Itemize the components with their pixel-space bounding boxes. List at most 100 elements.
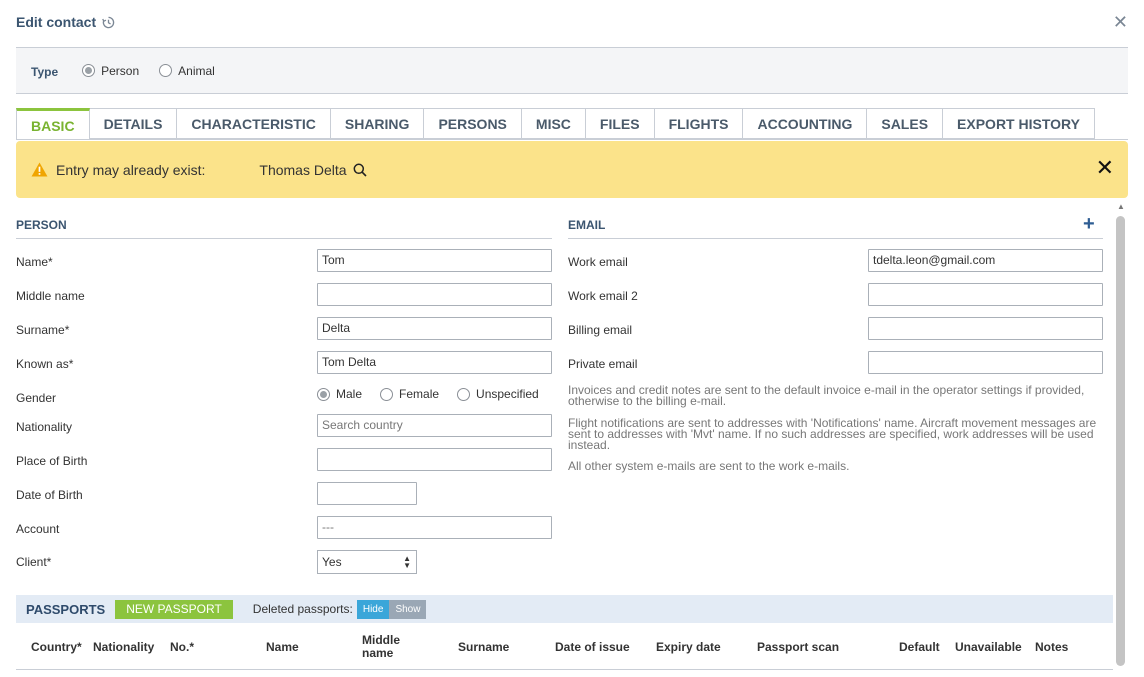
deleted-passports-label: Deleted passports:	[252, 602, 353, 616]
tab-details[interactable]: DETAILS	[89, 108, 178, 139]
radio-male[interactable]	[317, 387, 330, 401]
col-name[interactable]: Name	[266, 641, 299, 654]
gender-radio-group: Male Female Unspecified	[317, 387, 553, 401]
surname-label: Surname*	[16, 323, 70, 337]
alert-match-link[interactable]: Thomas Delta	[259, 162, 367, 178]
history-icon[interactable]	[102, 16, 115, 29]
type-animal-label: Animal	[178, 63, 215, 78]
email-section-title: EMAIL	[568, 218, 1103, 239]
col-country[interactable]: Country*	[31, 641, 82, 654]
col-date-of-issue[interactable]: Date of issue	[555, 641, 630, 654]
dialog-header: Edit contact ✕	[16, 0, 1128, 48]
dialog-title: Edit contact	[16, 14, 115, 30]
passports-title: PASSPORTS	[26, 601, 106, 617]
account-label: Account	[16, 522, 60, 536]
col-number[interactable]: No.*	[170, 641, 194, 654]
client-select[interactable]: Yes ▲ ▼	[317, 550, 417, 574]
content-scrollbar[interactable]: ▲	[1116, 202, 1126, 672]
col-default[interactable]: Default	[899, 641, 940, 654]
gender-male-option[interactable]: Male	[317, 387, 362, 401]
tab-export-history[interactable]: EXPORT HISTORY	[943, 108, 1095, 139]
known-as-input[interactable]: Tom Delta	[317, 351, 552, 374]
middle-name-input[interactable]	[317, 283, 552, 306]
alert-message: Entry may already exist:	[56, 161, 206, 178]
name-input[interactable]: Tom	[317, 249, 552, 272]
col-middle-name[interactable]: Middle name	[362, 634, 412, 660]
col-surname[interactable]: Surname	[458, 641, 509, 654]
gender-unspecified-option[interactable]: Unspecified	[457, 387, 539, 401]
client-select-value: Yes	[322, 555, 342, 569]
email-note-invoices: Invoices and credit notes are sent to th…	[568, 383, 1085, 408]
scroll-up-icon[interactable]: ▲	[1117, 202, 1125, 211]
work-email-label: Work email	[568, 255, 628, 269]
date-of-birth-label: Date of Birth	[16, 488, 83, 502]
gender-male-label: Male	[336, 387, 363, 401]
passports-table-header: Country* Nationality No.* Name Middle na…	[16, 628, 1113, 670]
nationality-search-input[interactable]: Search country	[317, 414, 552, 437]
date-of-birth-input[interactable]	[317, 482, 417, 505]
col-passport-scan[interactable]: Passport scan	[757, 641, 839, 654]
email-note-system: All other system e-mails are sent to the…	[568, 459, 850, 473]
radio-person[interactable]	[82, 64, 96, 77]
tab-characteristic[interactable]: CHARACTERISTIC	[177, 108, 331, 139]
account-input[interactable]: ---	[317, 516, 552, 539]
billing-email-input[interactable]	[868, 317, 1103, 340]
type-person-option[interactable]: Person	[82, 64, 139, 78]
col-expiry-date[interactable]: Expiry date	[656, 641, 721, 654]
col-notes[interactable]: Notes	[1035, 641, 1068, 654]
select-arrows-icon: ▲ ▼	[403, 554, 411, 570]
work-email-2-label: Work email 2	[568, 289, 638, 303]
work-email-input[interactable]: tdelta.leon@gmail.com	[868, 249, 1103, 272]
gender-female-label: Female	[399, 387, 440, 401]
private-email-label: Private email	[568, 357, 638, 371]
private-email-input[interactable]	[868, 351, 1103, 374]
close-icon[interactable]: ✕	[1113, 12, 1128, 33]
type-bar: Type Person Animal	[16, 48, 1128, 94]
tab-misc[interactable]: MISC	[521, 108, 586, 139]
name-label: Name*	[16, 255, 53, 269]
email-note-flights: Flight notifications are sent to address…	[568, 416, 1097, 452]
hide-deleted-button[interactable]: Hide	[356, 599, 390, 619]
tab-persons[interactable]: PERSONS	[424, 108, 522, 139]
new-passport-button[interactable]: NEW PASSPORT	[115, 599, 233, 619]
gender-unspecified-label: Unspecified	[476, 387, 539, 401]
tab-accounting[interactable]: ACCOUNTING	[743, 108, 868, 139]
radio-animal[interactable]	[159, 64, 173, 77]
tab-divider	[16, 139, 1128, 140]
alert-match-name[interactable]: Thomas Delta	[259, 162, 346, 178]
middle-name-label: Middle name	[16, 289, 85, 303]
tab-files[interactable]: FILES	[585, 108, 655, 139]
duplicate-alert: Entry may already exist: Thomas Delta ✕	[16, 141, 1128, 198]
client-label: Client*	[16, 555, 52, 569]
gender-label: Gender	[16, 391, 57, 405]
add-email-icon[interactable]: +	[1083, 214, 1095, 234]
tab-basic[interactable]: BASIC	[16, 108, 90, 140]
radio-unspecified[interactable]	[457, 387, 471, 401]
billing-email-label: Billing email	[568, 323, 633, 337]
tab-bar: BASIC DETAILS CHARACTERISTIC SHARING PER…	[16, 108, 1095, 140]
work-email-2-input[interactable]	[868, 283, 1103, 306]
warning-icon	[31, 162, 48, 177]
type-person-label: Person	[101, 63, 140, 78]
place-of-birth-input[interactable]	[317, 448, 552, 471]
tab-sales[interactable]: SALES	[867, 108, 944, 139]
place-of-birth-label: Place of Birth	[16, 454, 88, 468]
person-section-title: PERSON	[16, 218, 552, 239]
surname-input[interactable]: Delta	[317, 317, 552, 340]
alert-close-icon[interactable]: ✕	[1096, 157, 1114, 179]
gender-female-option[interactable]: Female	[380, 387, 439, 401]
dialog-title-text: Edit contact	[16, 14, 97, 30]
type-animal-option[interactable]: Animal	[159, 64, 215, 78]
search-icon[interactable]	[353, 163, 367, 177]
deleted-passports-toggle: Hide Show	[356, 599, 427, 619]
tab-sharing[interactable]: SHARING	[330, 108, 425, 139]
passports-bar: PASSPORTS NEW PASSPORT Deleted passports…	[16, 595, 1113, 623]
radio-female[interactable]	[380, 387, 394, 401]
col-nationality[interactable]: Nationality	[93, 641, 154, 654]
scroll-thumb[interactable]	[1116, 216, 1125, 666]
show-deleted-button[interactable]: Show	[389, 599, 427, 619]
col-unavailable[interactable]: Unavailable	[955, 641, 1022, 654]
type-label: Type	[31, 64, 59, 79]
nationality-label: Nationality	[16, 420, 73, 434]
tab-flights[interactable]: FLIGHTS	[654, 108, 744, 139]
